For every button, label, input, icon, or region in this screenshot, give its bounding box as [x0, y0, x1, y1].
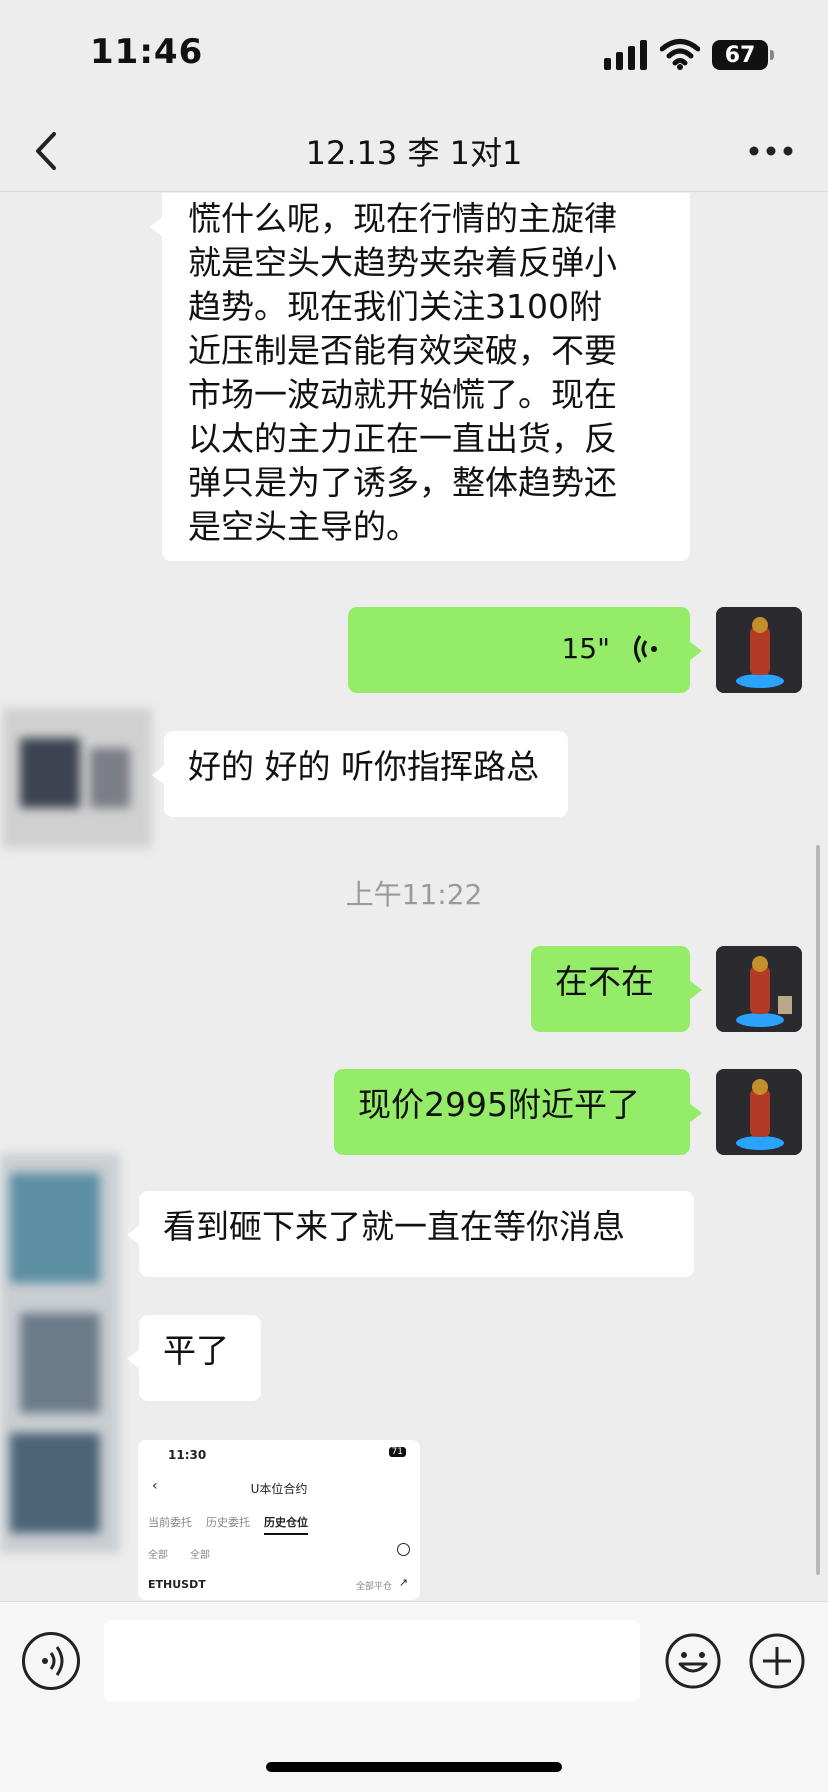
my-avatar[interactable] [716, 1069, 802, 1155]
shot-filter: 全部 [148, 1550, 168, 1561]
shot-clock-icon [397, 1543, 410, 1556]
shot-tab: 当前委托 [148, 1516, 192, 1529]
message-text[interactable]: 看到砸下来了就一直在等你消息 [127, 1191, 694, 1277]
chat-header: 12.13 李 1对1 [0, 110, 828, 192]
shot-battery: 71 [388, 1447, 406, 1457]
image-message[interactable]: 11:30 71 ‹ U本位合约 当前委托 历史委托 历史仓位 全部 全部 ET… [138, 1440, 420, 1600]
voice-duration: 15" [561, 632, 610, 665]
message-text[interactable]: 好的 好的 听你指挥路总 [152, 731, 568, 817]
contact-avatar[interactable] [0, 1153, 120, 1553]
shot-status-bar: 11:30 71 [138, 1440, 420, 1468]
shot-title: U本位合约 [250, 1482, 308, 1496]
contact-avatar[interactable] [2, 708, 152, 848]
home-indicator[interactable] [266, 1762, 562, 1772]
voice-input-button[interactable] [22, 1632, 80, 1690]
battery-level: 67 [724, 42, 756, 68]
message-list[interactable]: 慌什么呢，现在行情的主旋律 就是空头大趋势夹杂着反弹小 趋势。现在我们关注310… [0, 193, 828, 1601]
scrollbar[interactable] [816, 845, 820, 1575]
more-dots-icon[interactable] [748, 136, 794, 166]
shot-filter: 全部 [190, 1550, 210, 1561]
cellular-signal-icon [604, 40, 647, 70]
shot-action: 全部平仓 [355, 1582, 392, 1592]
voice-wave-icon [634, 635, 657, 663]
voice-icon [42, 1646, 64, 1676]
my-avatar[interactable] [716, 946, 802, 1032]
shot-tab-active: 历史仓位 [264, 1514, 308, 1535]
my-avatar[interactable] [716, 607, 802, 693]
message-text[interactable]: 平了 [127, 1315, 261, 1401]
message-timestamp: 上午11:22 [345, 878, 483, 911]
message-text[interactable]: 在不在 [531, 946, 702, 1032]
chat-screen: 11:46 67 12.13 李 1对1 慌什么呢，现在行情的主旋律 就是空头大… [0, 0, 828, 1792]
plus-icon[interactable] [748, 1632, 806, 1690]
status-bar: 11:46 67 [0, 0, 828, 110]
shot-symbol: ETHUSDT [148, 1578, 206, 1591]
message-text[interactable]: 现价2995附近平了 [334, 1069, 702, 1155]
battery-indicator: 67 [712, 40, 774, 70]
voice-message[interactable]: 15" [348, 607, 702, 693]
message-input[interactable] [104, 1620, 640, 1702]
shot-share-icon: ↗ [398, 1576, 408, 1589]
shot-tab: 历史委托 [206, 1516, 250, 1529]
shot-time: 11:30 [168, 1448, 207, 1462]
emoji-icon[interactable] [664, 1632, 722, 1690]
chat-title: 12.13 李 1对1 [305, 134, 523, 172]
wifi-icon [660, 39, 700, 70]
message-text[interactable]: 慌什么呢，现在行情的主旋律 就是空头大趋势夹杂着反弹小 趋势。现在我们关注310… [150, 193, 690, 561]
status-time: 11:46 [90, 32, 204, 72]
